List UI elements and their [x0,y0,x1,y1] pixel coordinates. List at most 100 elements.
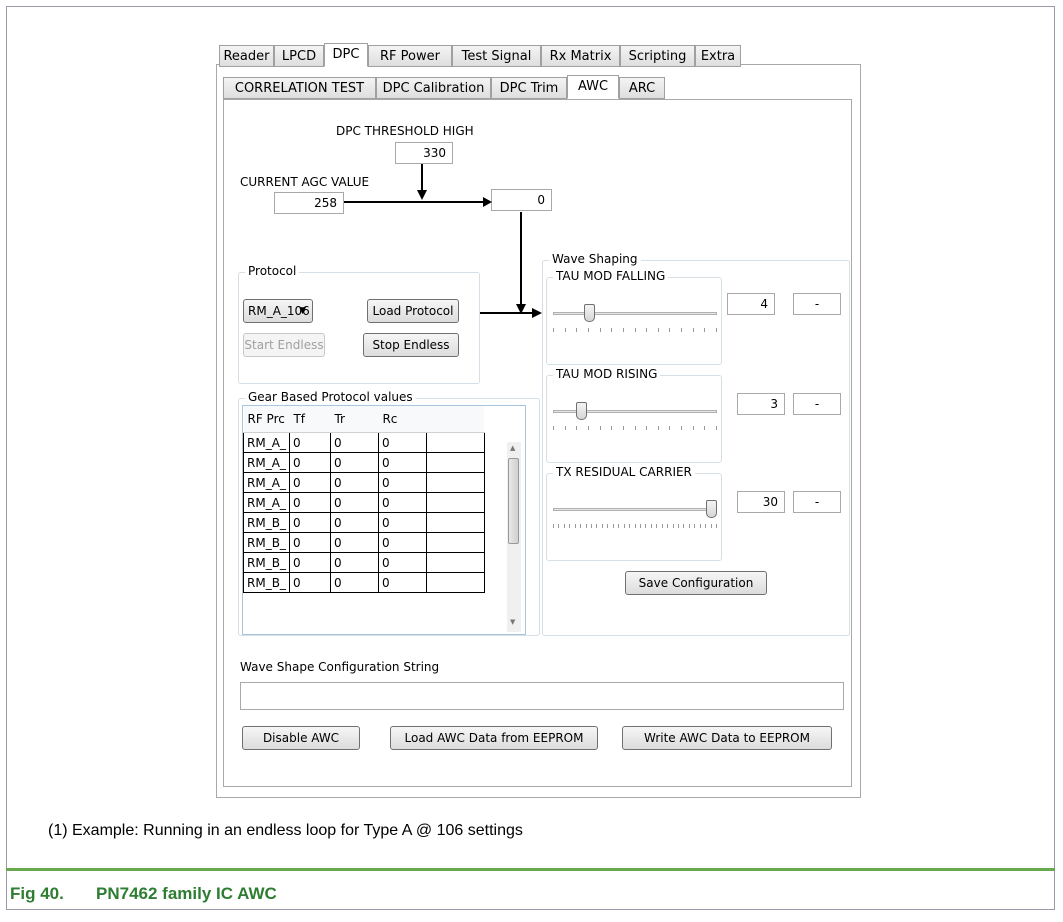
slider-tick [585,524,587,528]
load-awc-eeprom-button[interactable]: Load AWC Data from EEPROM [390,726,598,750]
table-row[interactable]: RM_B_ 0 0 0 [243,532,485,553]
table-cell[interactable]: 0 [288,552,331,573]
scroll-up-icon[interactable]: ▲ [510,444,515,452]
tx-residual-carrier-extra[interactable]: - [793,491,841,513]
table-cell[interactable]: 0 [377,572,427,593]
table-cell[interactable]: 0 [377,532,427,553]
table-cell[interactable]: RM_A_ [243,432,290,453]
tab-extra[interactable]: Extra [695,45,741,67]
subtab-dpc-calibration[interactable]: DPC Calibration [376,77,491,99]
slider-tick [692,328,694,332]
table-cell[interactable]: 0 [329,472,379,493]
table-cell[interactable]: RM_B_ [243,572,290,593]
disable-awc-button[interactable]: Disable AWC [242,726,360,750]
table-cell[interactable]: RM_A_ [243,472,290,493]
table-cell[interactable]: 0 [377,512,427,533]
table-cell[interactable]: 0 [377,552,427,573]
tau-mod-rising-value[interactable]: 3 [737,393,785,415]
table-row[interactable]: RM_A_ 0 0 0 [243,472,485,493]
table-row[interactable]: RM_A_ 0 0 0 [243,432,485,453]
tab-scripting[interactable]: Scripting [620,45,695,67]
gear-scroll-thumb[interactable] [508,458,519,544]
table-cell[interactable]: 0 [377,432,427,453]
protocol-dropdown[interactable]: RM_A_106 ▼ [243,299,313,323]
tau-mod-rising-thumb[interactable] [575,402,587,420]
slider-tick [692,426,694,430]
tx-residual-carrier-track[interactable] [553,508,717,511]
tab-reader[interactable]: Reader [219,45,274,67]
col-tf[interactable]: Tf [289,406,331,433]
tab-rf-power[interactable]: RF Power [368,45,452,67]
slider-tick [669,426,671,430]
table-cell[interactable]: 0 [329,492,379,513]
table-cell[interactable]: 0 [288,492,331,513]
table-cell[interactable]: RM_A_ [243,452,290,473]
slider-tick [564,328,566,332]
load-protocol-button[interactable]: Load Protocol [367,299,459,323]
gear-table: RF Prc Tf Tr Rc RM_A_ 0 0 0 RM_A_ 0 0 0 RM_A_ 0 0 0… [243,406,485,593]
tab-dpc[interactable]: DPC [324,43,368,67]
config-string-label: Wave Shape Configuration String [240,660,440,674]
slider-tick [657,426,659,430]
tau-mod-falling-thumb[interactable] [583,304,595,322]
slider-tick [704,426,706,430]
tau-mod-rising-extra[interactable]: - [793,393,841,415]
table-cell[interactable]: RM_B_ [243,552,290,573]
tab-lpcd[interactable]: LPCD [274,45,324,67]
scroll-down-icon[interactable]: ▼ [510,618,515,626]
awc-panel: DPC THRESHOLD HIGH 330 CURRENT AGC VALUE… [223,99,852,787]
gear-group: Gear Based Protocol values RF Prc Tf Tr … [238,390,540,636]
table-cell[interactable]: 0 [377,472,427,493]
table-cell[interactable]: RM_B_ [243,512,290,533]
tab-test-signal[interactable]: Test Signal [452,45,541,67]
table-cell[interactable]: RM_A_ [243,492,290,513]
table-cell[interactable]: 0 [288,452,331,473]
table-cell[interactable]: 0 [329,432,379,453]
table-cell[interactable]: 0 [377,452,427,473]
table-row[interactable]: RM_A_ 0 0 0 [243,452,485,473]
slider-tick [629,524,631,528]
save-configuration-button[interactable]: Save Configuration [625,571,767,595]
gear-header-row: RF Prc Tf Tr Rc [243,406,485,433]
tau-mod-falling-value[interactable]: 4 [727,293,775,315]
col-rf-protocol[interactable]: RF Prc [243,406,290,433]
table-row[interactable]: RM_A_ 0 0 0 [243,492,485,513]
table-cell[interactable]: 0 [329,532,379,553]
table-cell[interactable]: 0 [288,512,331,533]
slider-tick [646,426,648,430]
table-cell[interactable]: 0 [288,432,331,453]
table-row[interactable]: RM_B_ 0 0 0 [243,512,485,533]
tab-rx-matrix[interactable]: Rx Matrix [541,45,620,67]
slider-tick [564,426,566,430]
slider-tick [704,328,706,332]
table-cell[interactable]: 0 [288,572,331,593]
tau-mod-falling-track[interactable] [553,312,717,315]
tau-mod-falling-extra[interactable]: - [793,293,841,315]
table-cell[interactable]: RM_B_ [243,532,290,553]
stop-endless-button[interactable]: Stop Endless [363,333,459,357]
tx-residual-carrier-value[interactable]: 30 [737,491,785,513]
subtab-correlation-test[interactable]: CORRELATION TEST [223,77,376,99]
start-endless-button[interactable]: Start Endless [243,333,325,357]
subtab-awc[interactable]: AWC [567,75,619,99]
tx-residual-carrier-thumb[interactable] [706,500,717,518]
table-cell[interactable]: 0 [329,552,379,573]
table-cell[interactable]: 0 [377,492,427,513]
table-row[interactable]: RM_B_ 0 0 0 [243,552,485,573]
gear-scrollbar[interactable]: ▲ ▼ [507,442,521,632]
subtab-dpc-trim[interactable]: DPC Trim [491,77,567,99]
table-cell[interactable]: 0 [329,512,379,533]
col-tr[interactable]: Tr [330,406,379,433]
table-cell[interactable]: 0 [288,472,331,493]
table-cell[interactable]: 0 [288,532,331,553]
col-rc[interactable]: Rc [378,406,427,433]
table-cell[interactable]: 0 [329,452,379,473]
write-awc-eeprom-button[interactable]: Write AWC Data to EEPROM [622,726,832,750]
figure-number: Fig 40. [10,884,64,903]
table-cell[interactable]: 0 [329,572,379,593]
slider-tick [574,524,576,528]
config-string-input[interactable] [240,682,844,710]
table-cell-blank [425,532,485,553]
table-row[interactable]: RM_B_ 0 0 0 [243,572,485,593]
subtab-arc[interactable]: ARC [619,77,665,99]
